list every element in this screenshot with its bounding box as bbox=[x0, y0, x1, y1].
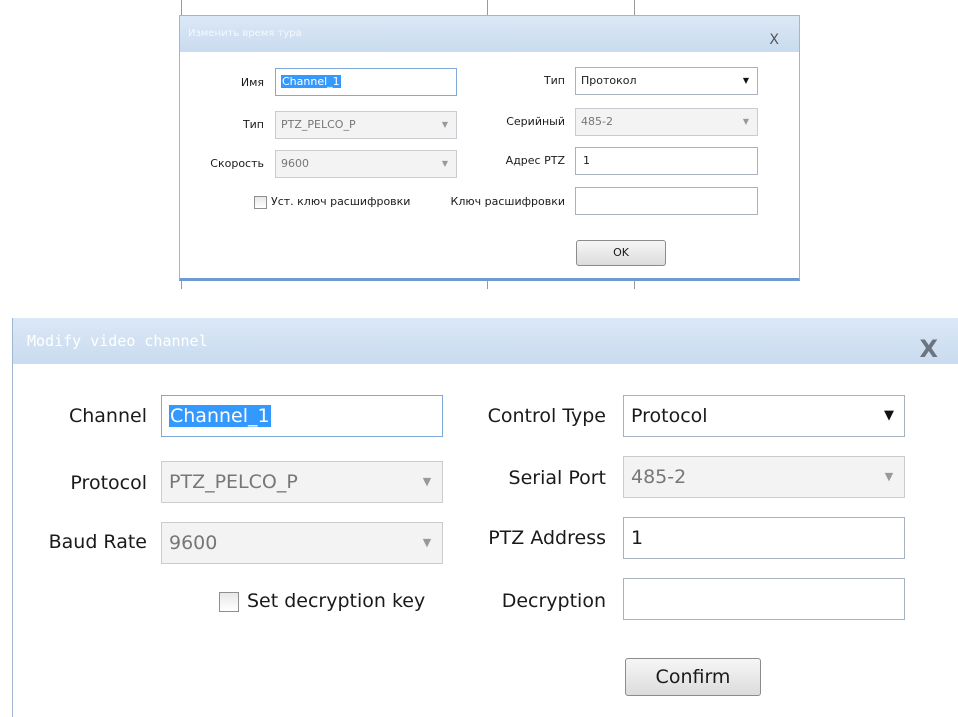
decryption-input[interactable] bbox=[623, 578, 905, 620]
chevron-down-icon: ▼ bbox=[742, 76, 750, 85]
chevron-down-icon: ▼ bbox=[441, 120, 449, 129]
chevron-down-icon: ▼ bbox=[422, 536, 432, 549]
control-type-label: Control Type bbox=[487, 405, 606, 427]
channel-label: Channel bbox=[68, 405, 147, 427]
set-decryption-key-label: Set decryption key bbox=[247, 590, 426, 612]
background-line bbox=[487, 281, 488, 289]
dialog-titlebar[interactable]: Modify video channel X bbox=[13, 318, 958, 364]
speed-label: Скорость bbox=[210, 157, 264, 170]
ptz-address-input[interactable]: 1 bbox=[623, 517, 905, 559]
speed-select[interactable]: 9600 ▼ bbox=[275, 150, 457, 178]
type-label: Тип bbox=[242, 118, 264, 131]
serial-port-select[interactable]: 485-2 ▼ bbox=[623, 456, 905, 498]
control-type-select[interactable]: Protocol ▼ bbox=[623, 395, 905, 437]
baud-rate-label: Baud Rate bbox=[48, 531, 147, 553]
background-line bbox=[181, 281, 182, 289]
chevron-down-icon: ▼ bbox=[884, 470, 894, 483]
background-line bbox=[634, 0, 635, 15]
ptz-address-label: PTZ Address bbox=[488, 527, 606, 549]
dialog-title: Изменить время тура bbox=[188, 28, 302, 39]
close-icon[interactable]: X bbox=[769, 22, 779, 58]
confirm-button[interactable]: Confirm bbox=[625, 658, 761, 696]
chevron-down-icon: ▼ bbox=[742, 117, 750, 126]
type-select[interactable]: PTZ_PELCO_P ▼ bbox=[275, 111, 457, 139]
background-line bbox=[487, 0, 488, 15]
channel-input[interactable]: Channel_1 bbox=[161, 395, 443, 437]
baud-rate-select[interactable]: 9600 ▼ bbox=[161, 522, 443, 564]
control-type-select[interactable]: Протокол ▼ bbox=[575, 67, 758, 95]
background-line bbox=[181, 0, 182, 15]
serial-select[interactable]: 485-2 ▼ bbox=[575, 108, 758, 136]
close-icon[interactable]: X bbox=[919, 326, 938, 372]
dialog-titlebar[interactable]: Изменить время тура X bbox=[180, 16, 799, 52]
protocol-label: Protocol bbox=[70, 472, 147, 494]
background-line bbox=[634, 281, 635, 289]
chevron-down-icon: ▼ bbox=[441, 159, 449, 168]
chevron-down-icon: ▼ bbox=[884, 408, 894, 423]
dialog-title: Modify video channel bbox=[27, 332, 208, 350]
ptz-address-label: Адрес PTZ bbox=[505, 154, 565, 167]
set-decryption-key-checkbox[interactable] bbox=[219, 592, 239, 612]
serial-port-label: Serial Port bbox=[508, 467, 606, 489]
ok-button[interactable]: OK bbox=[576, 240, 666, 266]
decryption-label: Decryption bbox=[501, 590, 606, 612]
serial-label: Серийный bbox=[506, 115, 565, 128]
name-input[interactable]: Channel_1 bbox=[275, 68, 457, 96]
dialog-russian: Изменить время тура X Имя Channel_1 Тип … bbox=[179, 15, 800, 281]
chevron-down-icon: ▼ bbox=[422, 475, 432, 488]
protocol-select[interactable]: PTZ_PELCO_P ▼ bbox=[161, 461, 443, 503]
control-type-label: Тип bbox=[543, 74, 565, 87]
decrypt-key-checkbox[interactable] bbox=[254, 196, 267, 209]
decrypt-key-label: Ключ расшифровки bbox=[450, 195, 565, 208]
name-label: Имя bbox=[240, 76, 264, 89]
ptz-address-input[interactable]: 1 bbox=[575, 147, 758, 175]
decrypt-checkbox-label: Уст. ключ расшифровки bbox=[271, 195, 411, 208]
dialog-english: Modify video channel X Channel Channel_1… bbox=[12, 318, 958, 717]
decrypt-key-input[interactable] bbox=[575, 187, 758, 215]
